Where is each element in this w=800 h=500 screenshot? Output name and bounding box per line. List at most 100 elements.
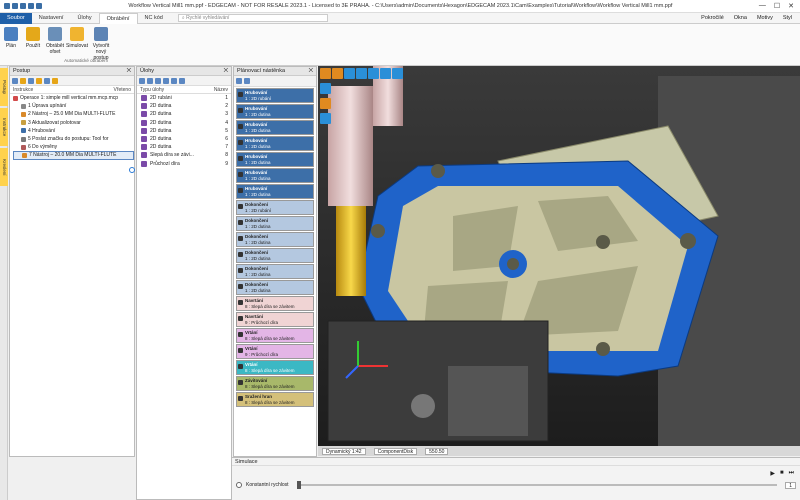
new-icon[interactable] xyxy=(4,3,10,9)
step-field[interactable]: 1 xyxy=(785,481,796,489)
sequence-card[interactable]: Hrubování 1 : 2D dutina xyxy=(236,168,314,183)
sequence-card[interactable]: Sražení hran 8 : Slepá díra se závitem xyxy=(236,392,314,407)
sequence-card[interactable]: Hrubování 1 : 2D dutina xyxy=(236,136,314,151)
fit-icon[interactable] xyxy=(392,68,403,79)
sequence-card[interactable]: Hrubování 1 : 2D dutina xyxy=(236,152,314,167)
col-instrukce[interactable]: Instrukce xyxy=(13,86,33,93)
col-typ-ulohy[interactable]: Typu úlohy xyxy=(140,86,164,93)
list-icon[interactable] xyxy=(28,78,34,84)
list-item[interactable]: 6 Do výměny xyxy=(13,143,134,151)
table-row[interactable]: Průchozí díra 9 xyxy=(137,160,231,168)
tab-nc-kod[interactable]: NC kód xyxy=(138,13,170,24)
tool-icon[interactable] xyxy=(12,78,18,84)
table-row[interactable]: 2D dutina 2 xyxy=(137,102,231,110)
view-iso-icon[interactable] xyxy=(344,68,355,79)
sequence-card[interactable]: Hrubování 1 : 2D dutina xyxy=(236,104,314,119)
minimize-icon[interactable]: — xyxy=(759,2,766,10)
menu-styl[interactable]: Styl xyxy=(783,15,792,21)
component-select[interactable]: ComponentDisk xyxy=(373,447,418,455)
sequence-card[interactable]: Dokončení 1 : 2D dutina xyxy=(236,264,314,279)
sequence-card[interactable]: Vrtání 8 : Slepá díra se závitem xyxy=(236,328,314,343)
list-item[interactable]: 2 Nástroj – 25.0 MM Dia MULTI-FLUTE xyxy=(13,110,134,118)
col-vreteno[interactable]: Vřeteno xyxy=(113,86,131,93)
table-row[interactable]: Slepá díra se závi... 8 xyxy=(137,151,231,159)
panel-pin-icon[interactable]: ⨉ xyxy=(309,67,313,75)
sequence-card[interactable]: Vrtání 9 : Průchozí díra xyxy=(236,344,314,359)
search-input[interactable]: ⌕ Rychlé vyhledávání xyxy=(177,14,328,22)
sequence-card[interactable]: Hrubování 1 : 2D dutina xyxy=(236,120,314,135)
sort-icon[interactable] xyxy=(163,78,169,84)
filter-icon[interactable] xyxy=(171,78,177,84)
maximize-icon[interactable]: ☐ xyxy=(774,2,780,10)
sequence-card[interactable]: Dokončení 1 : 2D dutina xyxy=(236,280,314,295)
sidetab-postup[interactable]: Postup xyxy=(0,68,8,106)
table-row[interactable]: 2D dutina 3 xyxy=(137,110,231,118)
table-row[interactable]: 2D dutina 6 xyxy=(137,135,231,143)
table-row[interactable]: 2D rubáni 1 xyxy=(137,94,231,102)
quick-access-toolbar[interactable] xyxy=(4,3,42,9)
list-item[interactable]: 3 Aktualizovat polotovar xyxy=(13,119,134,127)
table-row[interactable]: 2D dutina 5 xyxy=(137,127,231,135)
sequence-card[interactable]: Dokončení 1 : 2D dutina xyxy=(236,232,314,247)
delete-icon[interactable] xyxy=(155,78,161,84)
col-nazev[interactable]: Název xyxy=(214,86,228,93)
stop-icon[interactable]: ■ xyxy=(780,470,784,477)
sequence-card[interactable]: Dokončení 1 : 2D dutina xyxy=(236,216,314,231)
cube-shaded-icon[interactable] xyxy=(320,98,331,109)
find-icon[interactable] xyxy=(147,78,153,84)
close-icon[interactable]: ✕ xyxy=(788,2,794,10)
add-feature-icon[interactable] xyxy=(139,78,145,84)
tab-ulohy[interactable]: Úlohy xyxy=(71,13,99,24)
view-front-icon[interactable] xyxy=(320,68,331,79)
menu-motivy[interactable]: Motivy xyxy=(757,15,773,21)
constant-speed-radio[interactable] xyxy=(236,482,242,488)
panel-pin-icon[interactable]: ⨉ xyxy=(127,67,131,75)
sequence-card[interactable]: Závitování 8 : Slepá díra se závitem xyxy=(236,376,314,391)
sequence-card[interactable]: Hrubování 1 : 2D dutina xyxy=(236,184,314,199)
plan-button[interactable]: Plán xyxy=(0,24,22,65)
table-row[interactable]: 2D dutina 4 xyxy=(137,119,231,127)
sequence-card[interactable]: Navrtání 8 : Slepá díra se závitem xyxy=(236,296,314,311)
sequence-card[interactable]: Hrubování 1 : 2D rubání xyxy=(236,88,314,103)
options-icon[interactable] xyxy=(179,78,185,84)
graphics-viewport[interactable] xyxy=(318,66,800,456)
table-row[interactable]: 2D dutina 7 xyxy=(137,143,231,151)
list-item[interactable]: 4 Hrubování xyxy=(13,127,134,135)
list-item[interactable]: 7 Nástroj – 20.0 MM Dia MULTI-FLUTE xyxy=(13,151,134,160)
folder-icon[interactable] xyxy=(20,78,26,84)
sidetab-instrukce[interactable]: Instrukce xyxy=(0,108,8,146)
list-item[interactable]: 5 Poslat značku do postupu: Tool for xyxy=(13,135,134,143)
pan-icon[interactable] xyxy=(380,68,391,79)
sequence-card[interactable]: Vrtání 8 : Slepá díra se závitem xyxy=(236,360,314,375)
step-icon[interactable]: ⏭ xyxy=(789,470,794,477)
sequence-card[interactable]: Dokončení 1 : 2D rubání xyxy=(236,200,314,215)
panel-pin-icon[interactable]: ⨉ xyxy=(224,67,228,75)
tab-soubor[interactable]: Soubor xyxy=(0,12,32,24)
list-item[interactable]: 1 Úprava upínání xyxy=(13,102,134,110)
menu-pokrocile[interactable]: Pokročilé xyxy=(701,15,724,21)
tab-nastaveni[interactable]: Nastavení xyxy=(32,13,71,24)
play-icon[interactable] xyxy=(236,78,242,84)
grid-icon[interactable] xyxy=(44,78,50,84)
simulation-slider[interactable] xyxy=(296,481,778,489)
menu-okna[interactable]: Okna xyxy=(734,15,747,21)
save-icon[interactable] xyxy=(20,3,26,9)
open-icon[interactable] xyxy=(12,3,18,9)
sequence-card[interactable]: Navrtání 9 : Průchozí díra xyxy=(236,312,314,327)
rotate-icon[interactable] xyxy=(356,68,367,79)
pause-icon[interactable] xyxy=(244,78,250,84)
sequence-card[interactable]: Dokončení 1 : 2D dutina xyxy=(236,248,314,263)
edit-icon[interactable] xyxy=(36,78,42,84)
view-top-icon[interactable] xyxy=(332,68,343,79)
list-item[interactable]: Operace 1: simple mill vertical mm.mcp.m… xyxy=(13,94,134,102)
view-mode-select[interactable]: Dynamický 1:42 xyxy=(322,447,366,455)
value-field[interactable]: 550.50 xyxy=(425,447,449,455)
sidetab-kresleni[interactable]: Kreslení xyxy=(0,148,8,186)
undo-icon[interactable] xyxy=(28,3,34,9)
settings-icon[interactable] xyxy=(52,78,58,84)
cube-view-icon[interactable] xyxy=(320,83,331,94)
tab-obrabeni[interactable]: Obrábění xyxy=(98,12,138,24)
zoom-icon[interactable] xyxy=(368,68,379,79)
play-icon[interactable]: ▶ xyxy=(770,470,775,477)
cube-wire-icon[interactable] xyxy=(320,113,331,124)
